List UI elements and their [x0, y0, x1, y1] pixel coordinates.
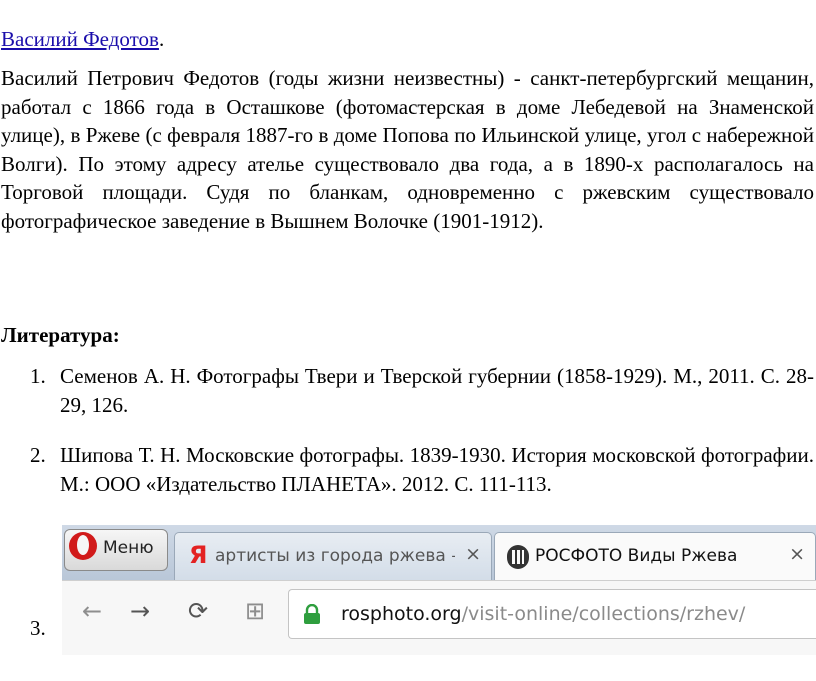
speed-dial-grid-icon[interactable]: ⊞: [245, 597, 265, 625]
author-link[interactable]: Василий Федотов: [1, 27, 159, 51]
opera-menu-button[interactable]: Меню: [64, 529, 168, 571]
document-page: Василий Федотов. Василий Петрович Федото…: [0, 0, 816, 681]
url-host: rosphoto.org: [341, 603, 462, 625]
literature-heading: Литература:: [1, 323, 120, 347]
tab-strip: Меню Я артисты из города ржева – × РОСФО…: [62, 525, 816, 580]
yandex-icon: Я: [189, 541, 208, 569]
tab-rosphoto[interactable]: РОСФОТО Виды Ржева ×: [494, 532, 816, 580]
reference-item: 1. Семенов А. Н. Фотографы Твери и Тверс…: [30, 362, 814, 419]
reload-icon[interactable]: ⟳: [188, 597, 208, 625]
lock-icon: [304, 604, 320, 624]
reference-text: Семенов А. Н. Фотографы Твери и Тверской…: [60, 364, 814, 417]
reference-item: 2. Шипова Т. Н. Московские фотографы. 18…: [30, 441, 814, 498]
browser-screenshot: Меню Я артисты из города ржева – × РОСФО…: [62, 525, 816, 655]
url-text: rosphoto.org/visit-online/collections/rz…: [341, 603, 745, 625]
opera-logo-icon: [69, 532, 97, 560]
reference-number: 1.: [30, 364, 46, 388]
close-icon[interactable]: ×: [465, 543, 481, 565]
reference-number: 2.: [30, 443, 46, 467]
reference-text: Шипова Т. Н. Московские фотографы. 1839-…: [60, 443, 814, 496]
bio-paragraph: Василий Петрович Федотов (годы жизни неи…: [1, 66, 814, 233]
address-bar[interactable]: rosphoto.org/visit-online/collections/rz…: [288, 589, 816, 639]
tab-title: артисты из города ржева –: [215, 546, 455, 566]
browser-toolbar: ← → ⟳ ⊞ rosphoto.org/visit-online/collec…: [62, 580, 816, 655]
heading-line: Василий Федотов.: [1, 26, 164, 52]
back-arrow-icon[interactable]: ←: [82, 597, 102, 625]
tab-yandex-search[interactable]: Я артисты из города ржева – ×: [174, 532, 492, 580]
url-path: /visit-online/collections/rzhev/: [461, 603, 746, 625]
close-icon[interactable]: ×: [789, 543, 805, 565]
tab-title: РОСФОТО Виды Ржева: [535, 546, 738, 566]
reference-number: 3.: [30, 616, 46, 640]
heading-period: .: [158, 27, 165, 51]
forward-arrow-icon[interactable]: →: [130, 597, 150, 625]
menu-label: Меню: [103, 538, 154, 558]
rosphoto-icon: [507, 545, 529, 569]
